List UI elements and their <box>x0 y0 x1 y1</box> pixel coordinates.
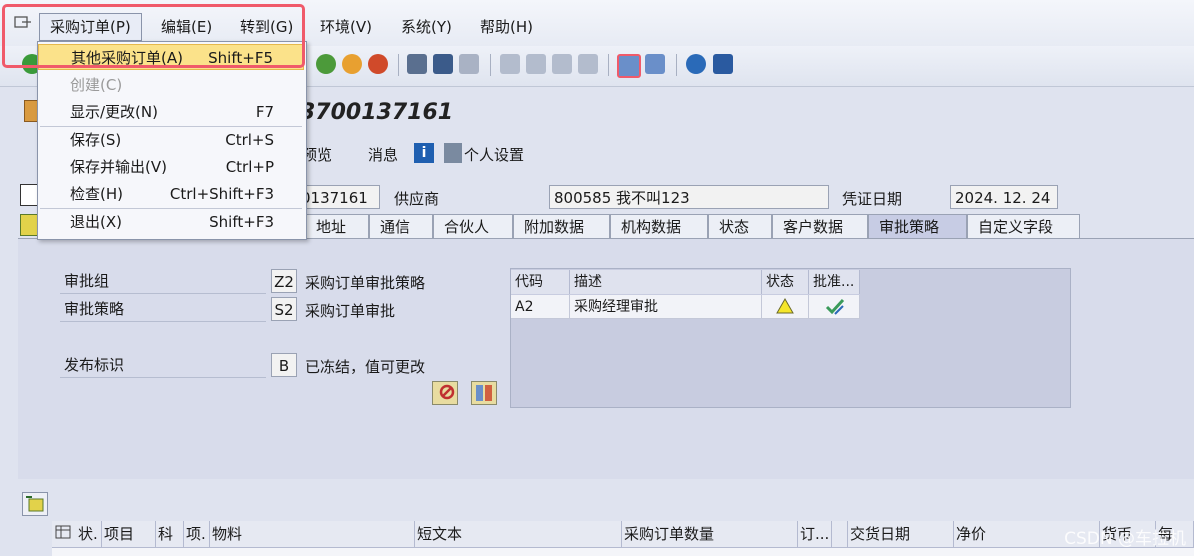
print-icon[interactable] <box>407 54 427 74</box>
first-page-icon[interactable] <box>500 54 520 74</box>
vendor-label: 供应商 <box>394 190 440 208</box>
help-icon[interactable] <box>686 54 706 74</box>
page-title: 3700137161 <box>300 100 454 125</box>
menu-item-check[interactable]: 检查(H) Ctrl+Shift+F3 <box>38 181 304 207</box>
grid-col-item-category[interactable]: 项. <box>184 521 210 547</box>
grid-col-material[interactable]: 物料 <box>210 521 415 547</box>
info-icon[interactable]: i <box>414 143 434 163</box>
menu-item-display-change[interactable]: 显示/更改(N) F7 <box>38 99 304 125</box>
find-icon[interactable] <box>433 54 453 74</box>
grid-col-account[interactable]: 科 <box>156 521 184 547</box>
layout-menu-icon[interactable] <box>713 54 733 74</box>
messages-button[interactable]: 消息 <box>368 144 398 165</box>
watermark: CSDN @车拉机 <box>1064 529 1186 549</box>
release-group-label: 审批组 <box>60 268 266 294</box>
table-settings-icon[interactable] <box>52 521 77 547</box>
grid-col-delivery-date[interactable]: 交货日期 <box>848 521 954 547</box>
release-indicator-desc: 已冻结，值可更改 <box>305 358 426 376</box>
create-session-icon[interactable] <box>617 54 641 78</box>
column-header-description[interactable]: 描述 <box>570 270 762 294</box>
menu-system[interactable]: 系统(Y) <box>391 14 462 40</box>
back-icon[interactable] <box>316 54 336 74</box>
next-page-icon[interactable] <box>552 54 572 74</box>
tab-additional-data[interactable]: 附加数据 <box>513 214 610 238</box>
approve-check-icon[interactable] <box>825 298 845 316</box>
table-cell-description: 采购经理审批 <box>570 295 762 319</box>
tab-custom-fields[interactable]: 自定义字段 <box>967 214 1080 238</box>
highlight-annotation <box>2 4 305 68</box>
tab-release-strategy[interactable]: 审批策略 <box>868 214 967 238</box>
release-group-desc: 采购订单审批策略 <box>305 274 426 292</box>
po-number-field[interactable]: 0137161 <box>296 185 380 209</box>
release-prerequisites-icon[interactable] <box>471 381 497 405</box>
tab-status[interactable]: 状态 <box>708 214 772 238</box>
previous-page-icon[interactable] <box>526 54 546 74</box>
cancel-release-icon[interactable] <box>432 381 458 405</box>
menu-environment[interactable]: 环境(V) <box>310 14 382 40</box>
table-cell-approve[interactable] <box>809 295 860 319</box>
menu-item-save[interactable]: 保存(S) Ctrl+S <box>38 127 304 153</box>
cancel-icon[interactable] <box>368 54 388 74</box>
grid-col-date-category[interactable] <box>832 521 848 547</box>
menu-item-create: 创建(C) <box>70 76 123 94</box>
vendor-field[interactable]: 800585 我不叫123 <box>549 185 829 209</box>
menu-item-save-output[interactable]: 保存并输出(V) Ctrl+P <box>38 154 304 180</box>
release-strategy-desc: 采购订单审批 <box>305 302 396 320</box>
grid-col-item[interactable]: 项目 <box>102 521 156 547</box>
document-date-field[interactable]: 2024. 12. 24 <box>950 185 1058 209</box>
table-cell-code: A2 <box>511 295 570 319</box>
release-group-field[interactable]: Z2 <box>271 269 297 293</box>
tab-address[interactable]: 地址 <box>305 214 369 238</box>
find-next-icon[interactable] <box>459 54 479 74</box>
tab-customer-data[interactable]: 客户数据 <box>772 214 868 238</box>
tab-communication[interactable]: 通信 <box>369 214 433 238</box>
grid-col-short-text[interactable]: 短文本 <box>415 521 622 547</box>
release-strategy-label: 审批策略 <box>60 296 266 322</box>
exit-icon[interactable] <box>342 54 362 74</box>
personal-settings-icon <box>444 143 462 163</box>
expand-items-icon[interactable] <box>22 492 48 516</box>
release-indicator-label: 发布标识 <box>60 352 266 378</box>
warning-triangle-icon <box>776 298 794 314</box>
column-header-code[interactable]: 代码 <box>511 270 570 294</box>
release-indicator-field[interactable]: B <box>271 353 297 377</box>
grid-col-status[interactable]: 状. <box>76 521 102 547</box>
shortcut-icon[interactable] <box>645 54 665 74</box>
tab-partners[interactable]: 合伙人 <box>433 214 513 238</box>
column-header-status[interactable]: 状态 <box>762 270 809 294</box>
menu-item-exit[interactable]: 退出(X) Shift+F3 <box>38 209 304 235</box>
table-cell-status <box>762 295 809 319</box>
column-header-approve[interactable]: 批准... <box>809 270 860 294</box>
document-date-label: 凭证日期 <box>842 190 903 208</box>
menu-help[interactable]: 帮助(H) <box>470 14 543 40</box>
grid-col-po-quantity[interactable]: 采购订单数量 <box>622 521 798 547</box>
last-page-icon[interactable] <box>578 54 598 74</box>
release-strategy-field[interactable]: S2 <box>271 297 297 321</box>
tab-org-data[interactable]: 机构数据 <box>610 214 708 238</box>
document-type-icon[interactable] <box>20 184 38 206</box>
personal-settings-button[interactable]: 个人设置 <box>464 144 524 165</box>
grid-col-order-unit[interactable]: 订... <box>798 521 832 547</box>
